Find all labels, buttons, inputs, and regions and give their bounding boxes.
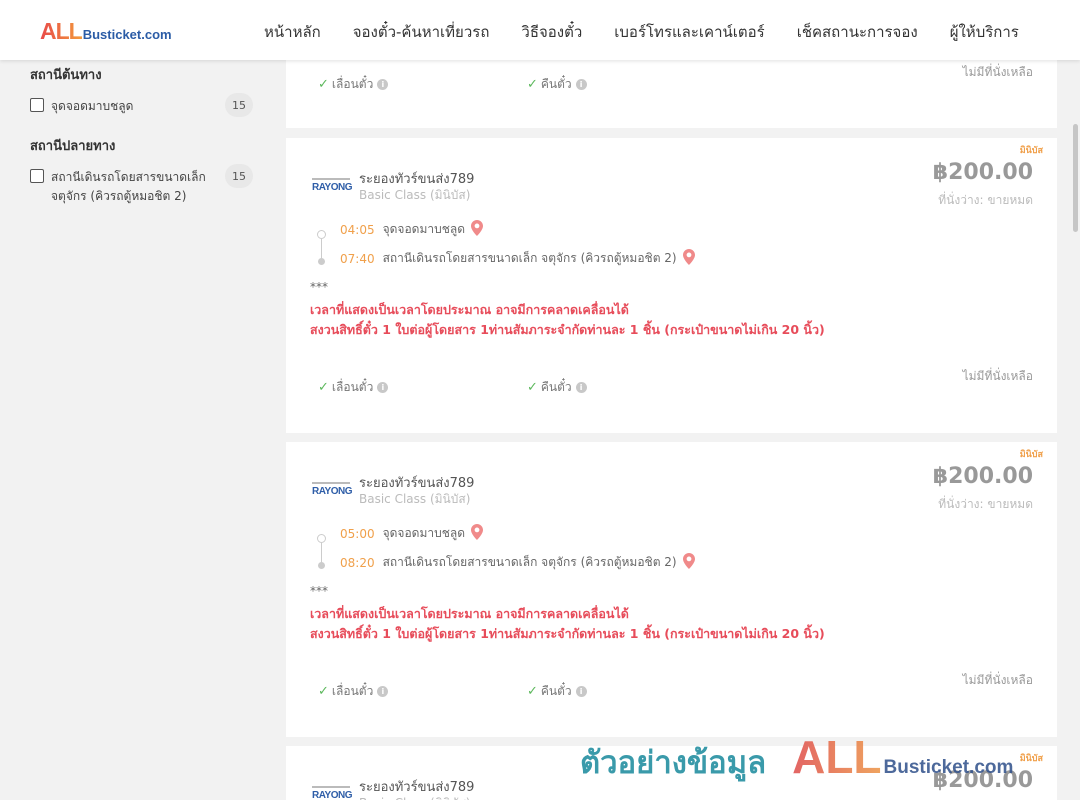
info-icon[interactable]: i: [575, 79, 587, 90]
arrival-station: สถานีเดินรถโดยสารขนาดเล็ก จตุจักร (คิวรถ…: [382, 251, 677, 265]
trip-card-partial: ✓ เลื่อนตั๋ว i ✓ คืนตั๋ว i ไม่มีที่นั่งเ…: [286, 60, 1057, 128]
operator-logo: RAYONG: [312, 178, 352, 200]
seats-available: ที่นั่งว่าง: ขายหมด: [938, 193, 1033, 207]
refund-policy: ✓ คืนตั๋ว i: [527, 378, 587, 397]
seat-status: ไม่มีที่นั่งเหลือ: [962, 369, 1033, 383]
watermark-text: ตัวอย่างข้อมูล: [580, 745, 767, 781]
departure-station: จุดจอดมาบชลูด: [382, 222, 466, 236]
origin-option-label: จุดจอดมาบชลูด: [51, 99, 134, 113]
map-pin-icon[interactable]: [471, 220, 484, 239]
check-icon: ✓: [318, 684, 329, 699]
map-pin-icon[interactable]: [682, 249, 695, 268]
nav-home[interactable]: หน้าหลัก: [264, 20, 321, 44]
nav-operators[interactable]: ผู้ให้บริการ: [950, 20, 1019, 44]
watermark-brand-domain: Busticket.com: [883, 757, 1014, 778]
operator-logo: RAYONG: [312, 482, 352, 504]
info-icon[interactable]: i: [575, 382, 587, 393]
origin-filter-title: สถานีต้นทาง: [30, 68, 102, 83]
top-header: ALL Busticket.com หน้าหลัก จองตั๋ว-ค้นหา…: [0, 0, 1080, 60]
check-icon: ✓: [527, 77, 538, 92]
sample-data-watermark: ตัวอย่างข้อมูล ALL Busticket.com: [580, 730, 1013, 787]
note-stars: ***: [310, 584, 328, 598]
departure-stop: 05:00 จุดจอดมาบชลูด: [340, 524, 484, 543]
nav-contacts-counters[interactable]: เบอร์โทรและเคาน์เตอร์: [614, 20, 764, 44]
ticket-price: ฿200.00: [932, 160, 1033, 185]
refund-policy: ✓ คืนตั๋ว i: [527, 75, 587, 94]
info-icon[interactable]: i: [575, 686, 587, 697]
destination-option-label: สถานีเดินรถโดยสารขนาดเล็ก จตุจักร (คิวรถ…: [51, 170, 206, 203]
destination-option[interactable]: สถานีเดินรถโดยสารขนาดเล็ก จตุจักร (คิวรถ…: [30, 164, 253, 206]
arrival-time: 08:20: [340, 555, 375, 570]
departure-time: 04:05: [340, 222, 375, 237]
route-timeline: [317, 230, 327, 265]
nav-book-search[interactable]: จองตั๋ว-ค้นหาเที่ยวรถ: [353, 20, 490, 44]
reschedule-policy: ✓ เลื่อนตั๋ว i: [318, 378, 389, 397]
origin-checkbox[interactable]: [30, 98, 44, 112]
time-notice: เวลาที่แสดงเป็นเวลาโดยประมาณ อาจมีการคลา…: [310, 302, 629, 317]
destination-count-badge: 15: [225, 164, 253, 188]
reschedule-label: เลื่อนตั๋ว: [331, 380, 374, 394]
reschedule-label: เลื่อนตั๋ว: [331, 77, 374, 91]
operator-logo: RAYONG: [312, 786, 352, 800]
time-notice: เวลาที่แสดงเป็นเวลาโดยประมาณ อาจมีการคลา…: [310, 606, 629, 621]
origin-count-badge: 15: [225, 93, 253, 117]
check-icon: ✓: [527, 684, 538, 699]
refund-label: คืนตั๋ว: [540, 77, 572, 91]
destination-checkbox[interactable]: [30, 169, 44, 183]
trip-card[interactable]: มินิบัส RAYONG ระยองทัวร์ขนส่ง789 Basic …: [286, 138, 1057, 433]
service-class: Basic Class (มินิบัส): [359, 188, 471, 202]
main-nav: หน้าหลัก จองตั๋ว-ค้นหาเที่ยวรถ วิธีจองตั…: [248, 20, 1035, 44]
info-icon[interactable]: i: [377, 382, 389, 393]
logo-domain: Busticket.com: [82, 27, 172, 42]
arrival-time: 07:40: [340, 251, 375, 266]
arrival-stop: 07:40 สถานีเดินรถโดยสารขนาดเล็ก จตุจักร …: [340, 249, 695, 268]
seat-status: ไม่มีที่นั่งเหลือ: [962, 65, 1033, 79]
check-icon: ✓: [318, 380, 329, 395]
arrival-stop: 08:20 สถานีเดินรถโดยสารขนาดเล็ก จตุจักร …: [340, 553, 695, 572]
ticket-price: ฿200.00: [932, 464, 1033, 489]
refund-label: คืนตั๋ว: [540, 684, 572, 698]
baggage-notice: สงวนสิทธิ์ตั๋ว 1 ใบต่อผู้โดยสาร 1ท่านสัม…: [310, 322, 825, 337]
origin-filter: สถานีต้นทาง จุดจอดมาบชลูด 15: [0, 64, 253, 117]
departure-stop: 04:05 จุดจอดมาบชลูด: [340, 220, 484, 239]
check-icon: ✓: [318, 77, 329, 92]
page-scrollbar[interactable]: [1073, 124, 1078, 232]
reschedule-policy: ✓ เลื่อนตั๋ว i: [318, 75, 389, 94]
vehicle-type-badge: มินิบัส: [1019, 146, 1043, 156]
trip-card[interactable]: มินิบัส RAYONG ระยองทัวร์ขนส่ง789 Basic …: [286, 442, 1057, 737]
site-logo[interactable]: ALL Busticket.com: [40, 18, 172, 45]
info-icon[interactable]: i: [377, 686, 389, 697]
seats-available: ที่นั่งว่าง: ขายหมด: [938, 497, 1033, 511]
reschedule-policy: ✓ เลื่อนตั๋ว i: [318, 682, 389, 701]
map-pin-icon[interactable]: [682, 553, 695, 572]
note-stars: ***: [310, 280, 328, 294]
service-class: Basic Class (มินิบัส): [359, 794, 470, 800]
seat-status: ไม่มีที่นั่งเหลือ: [962, 673, 1033, 687]
map-pin-icon[interactable]: [471, 524, 484, 543]
route-timeline: [317, 534, 327, 569]
check-icon: ✓: [527, 380, 538, 395]
destination-filter: สถานีปลายทาง สถานีเดินรถโดยสารขนาดเล็ก จ…: [0, 135, 253, 206]
origin-option[interactable]: จุดจอดมาบชลูด 15: [30, 93, 253, 117]
departure-station: จุดจอดมาบชลูด: [382, 526, 466, 540]
info-icon[interactable]: i: [377, 79, 389, 90]
logo-all: ALL: [40, 18, 83, 44]
vehicle-type-badge: มินิบัส: [1019, 754, 1043, 764]
vehicle-type-badge: มินิบัส: [1019, 450, 1043, 460]
service-class: Basic Class (มินิบัส): [359, 492, 471, 506]
watermark-brand-all: ALL: [792, 731, 882, 783]
reschedule-label: เลื่อนตั๋ว: [331, 684, 374, 698]
arrival-station: สถานีเดินรถโดยสารขนาดเล็ก จตุจักร (คิวรถ…: [382, 555, 677, 569]
baggage-notice: สงวนสิทธิ์ตั๋ว 1 ใบต่อผู้โดยสาร 1ท่านสัม…: [310, 626, 825, 641]
refund-policy: ✓ คืนตั๋ว i: [527, 682, 587, 701]
departure-time: 05:00: [340, 526, 375, 541]
refund-label: คืนตั๋ว: [540, 380, 572, 394]
destination-filter-title: สถานีปลายทาง: [30, 139, 116, 154]
nav-how-to-book[interactable]: วิธีจองตั๋ว: [521, 20, 582, 44]
nav-check-booking[interactable]: เช็คสถานะการจอง: [797, 20, 918, 44]
